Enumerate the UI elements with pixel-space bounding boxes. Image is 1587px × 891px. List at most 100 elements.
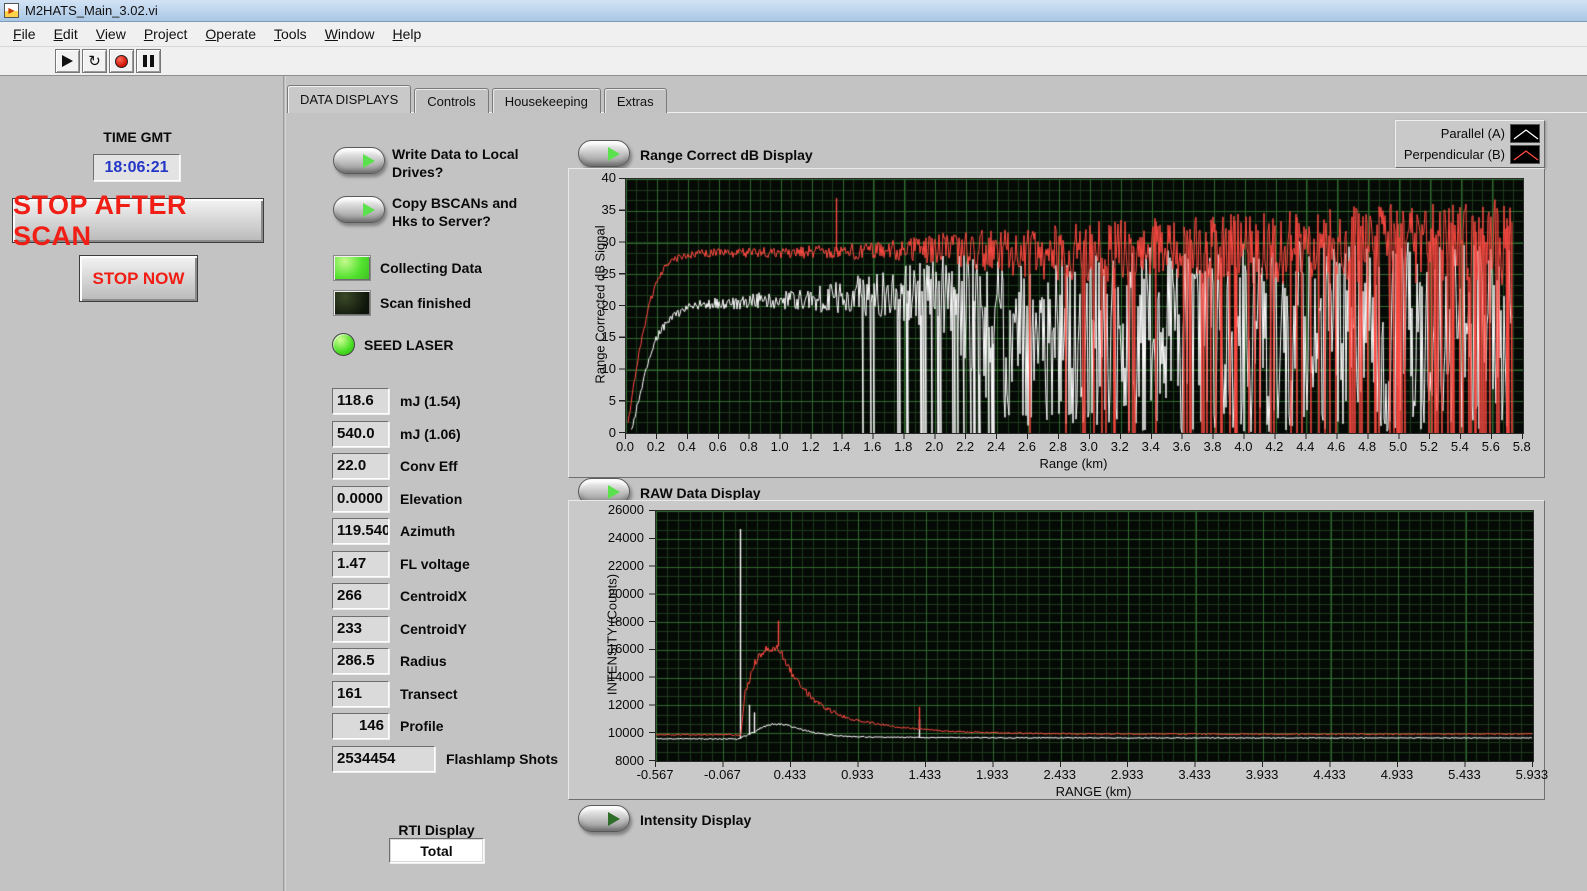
panel-divider <box>283 76 286 891</box>
tick-label: 1.8 <box>888 439 918 454</box>
tick-label: 4.6 <box>1321 439 1351 454</box>
stop-after-scan-button[interactable]: STOP AFTER SCAN <box>12 198 264 243</box>
indicator-value: 118.6 <box>332 388 389 414</box>
tick-label: 0.8 <box>734 439 764 454</box>
indicator-row: 119.540 Azimuth <box>332 518 558 544</box>
indicator-label: Profile <box>400 718 444 734</box>
indicator-label: Azimuth <box>400 523 455 539</box>
toggle-intensity[interactable] <box>578 805 630 832</box>
run-button[interactable] <box>55 49 80 73</box>
menu-view[interactable]: View <box>87 23 135 45</box>
tick-label: 1.433 <box>903 767 947 782</box>
chart2-x-labels: -0.567-0.0670.4330.9331.4331.9332.4332.9… <box>633 767 1554 782</box>
indicator-row: 286.5Radius <box>332 648 558 674</box>
title-bar[interactable]: ▶ M2HATS_Main_3.02.vi <box>0 0 1587 22</box>
pause-button[interactable] <box>136 49 161 73</box>
tick-label: 5.0 <box>1383 439 1413 454</box>
indicator-value: 286.5 <box>332 648 389 674</box>
tab-extras[interactable]: Extras <box>604 88 667 113</box>
rti-display-select[interactable]: Total <box>389 838 484 863</box>
tick-label: 4.8 <box>1352 439 1382 454</box>
indicator-label: Transect <box>400 686 458 702</box>
tab-housekeeping[interactable]: Housekeeping <box>492 88 601 113</box>
indicator-value: 540.0 <box>332 421 389 447</box>
indicator-row: 266CentroidX <box>332 583 558 609</box>
tick-label: 3.0 <box>1074 439 1104 454</box>
toggle-range-correct[interactable] <box>578 140 630 167</box>
tick-label: 3.933 <box>1240 767 1284 782</box>
indicator-row: 2534454Flashlamp Shots <box>332 746 558 772</box>
indicator-row: 233CentroidY <box>332 616 558 642</box>
tick-label: 5.4 <box>1445 439 1475 454</box>
chart2-y-axis-title: INTENSITY (Counts) <box>605 535 620 735</box>
chart1-x-axis-title: Range (km) <box>625 456 1522 471</box>
tick-label: 5.6 <box>1476 439 1506 454</box>
abort-button[interactable] <box>109 49 134 73</box>
tick-label: 2.933 <box>1105 767 1149 782</box>
indicator-label: mJ (1.06) <box>400 426 461 442</box>
tick-label: 8000 <box>615 753 644 768</box>
tick-label: 2.0 <box>919 439 949 454</box>
window-title: M2HATS_Main_3.02.vi <box>25 3 158 18</box>
stop-now-button[interactable]: STOP NOW <box>79 255 198 302</box>
legend-row[interactable]: Parallel (A) <box>1400 124 1540 143</box>
chart2-x-axis-title: RANGE (km) <box>655 784 1532 799</box>
chart1-y-axis-title: Range Corrected dB Signal <box>593 195 608 415</box>
led-collecting-data <box>333 255 371 281</box>
led-seed-laser <box>332 333 355 356</box>
tick-label: 4.0 <box>1228 439 1258 454</box>
menu-project[interactable]: Project <box>135 23 197 45</box>
indicator-row: 118.6mJ (1.54) <box>332 388 558 414</box>
tick-label: 2.4 <box>981 439 1011 454</box>
indicator-label: FL voltage <box>400 556 470 572</box>
scan-finished-label: Scan finished <box>380 294 471 312</box>
range-correct-label: Range Correct dB Display <box>640 146 813 164</box>
tick-label: 3.8 <box>1198 439 1228 454</box>
tick-label: 3.2 <box>1105 439 1135 454</box>
menu-operate[interactable]: Operate <box>196 23 265 45</box>
run-continuously-button[interactable]: ↻ <box>82 49 107 73</box>
plot-legend[interactable]: Parallel (A) Perpendicular (B) <box>1395 120 1545 168</box>
tick-label: 0.433 <box>768 767 812 782</box>
toggle-copy-bscans[interactable] <box>333 196 385 223</box>
raw-data-graph <box>655 510 1534 762</box>
tick-label: 1.4 <box>826 439 856 454</box>
tab-data-displays[interactable]: DATA DISPLAYS <box>287 85 411 113</box>
indicator-label: CentroidX <box>400 588 467 604</box>
indicator-row: 161 Transect <box>332 681 558 707</box>
tick-label: 3.4 <box>1136 439 1166 454</box>
tab-controls[interactable]: Controls <box>414 88 488 113</box>
tick-label: 2.6 <box>1012 439 1042 454</box>
copy-bscans-label: Copy BSCANs and Hks to Server? <box>392 194 517 230</box>
labview-vi-icon: ▶ <box>4 3 19 18</box>
intensity-display-label: Intensity Display <box>640 811 751 829</box>
rti-display-label: RTI Display <box>389 821 484 839</box>
tick-label: 1.6 <box>857 439 887 454</box>
indicator-value: 0.0000 <box>332 486 389 512</box>
menu-file[interactable]: File <box>4 23 45 45</box>
menu-window[interactable]: Window <box>316 23 384 45</box>
chart2-y-labels: 2600024000220002000018000160001400012000… <box>596 502 644 768</box>
led-scan-finished <box>333 290 371 316</box>
indicator-value: 161 <box>332 681 389 707</box>
legend-row[interactable]: Perpendicular (B) <box>1400 145 1540 164</box>
tick-label: 4.433 <box>1308 767 1352 782</box>
indicator-label: Flashlamp Shots <box>446 751 558 767</box>
indicator-row: 146Profile <box>332 713 558 739</box>
chart1-y-ticks <box>619 178 625 433</box>
tick-label: 0 <box>609 425 616 440</box>
menu-edit[interactable]: Edit <box>45 23 87 45</box>
tick-label: 1.2 <box>796 439 826 454</box>
tick-label: 3.6 <box>1167 439 1197 454</box>
indicator-value: 119.540 <box>332 518 389 544</box>
menu-tools[interactable]: Tools <box>265 23 316 45</box>
tab-strip: DATA DISPLAYSControlsHousekeepingExtras <box>287 85 670 113</box>
indicator-list: 118.6mJ (1.54) 540.0 mJ (1.06) 22.0Conv Eff… <box>332 388 558 778</box>
menu-help[interactable]: Help <box>384 23 431 45</box>
tick-label: 0.6 <box>703 439 733 454</box>
menu-bar: FileEditViewProjectOperateToolsWindowHel… <box>0 22 1587 47</box>
toggle-write-data[interactable] <box>333 147 385 174</box>
tick-label: 4.2 <box>1259 439 1289 454</box>
indicator-row: 22.0Conv Eff <box>332 453 558 479</box>
tick-label: 5.8 <box>1507 439 1537 454</box>
